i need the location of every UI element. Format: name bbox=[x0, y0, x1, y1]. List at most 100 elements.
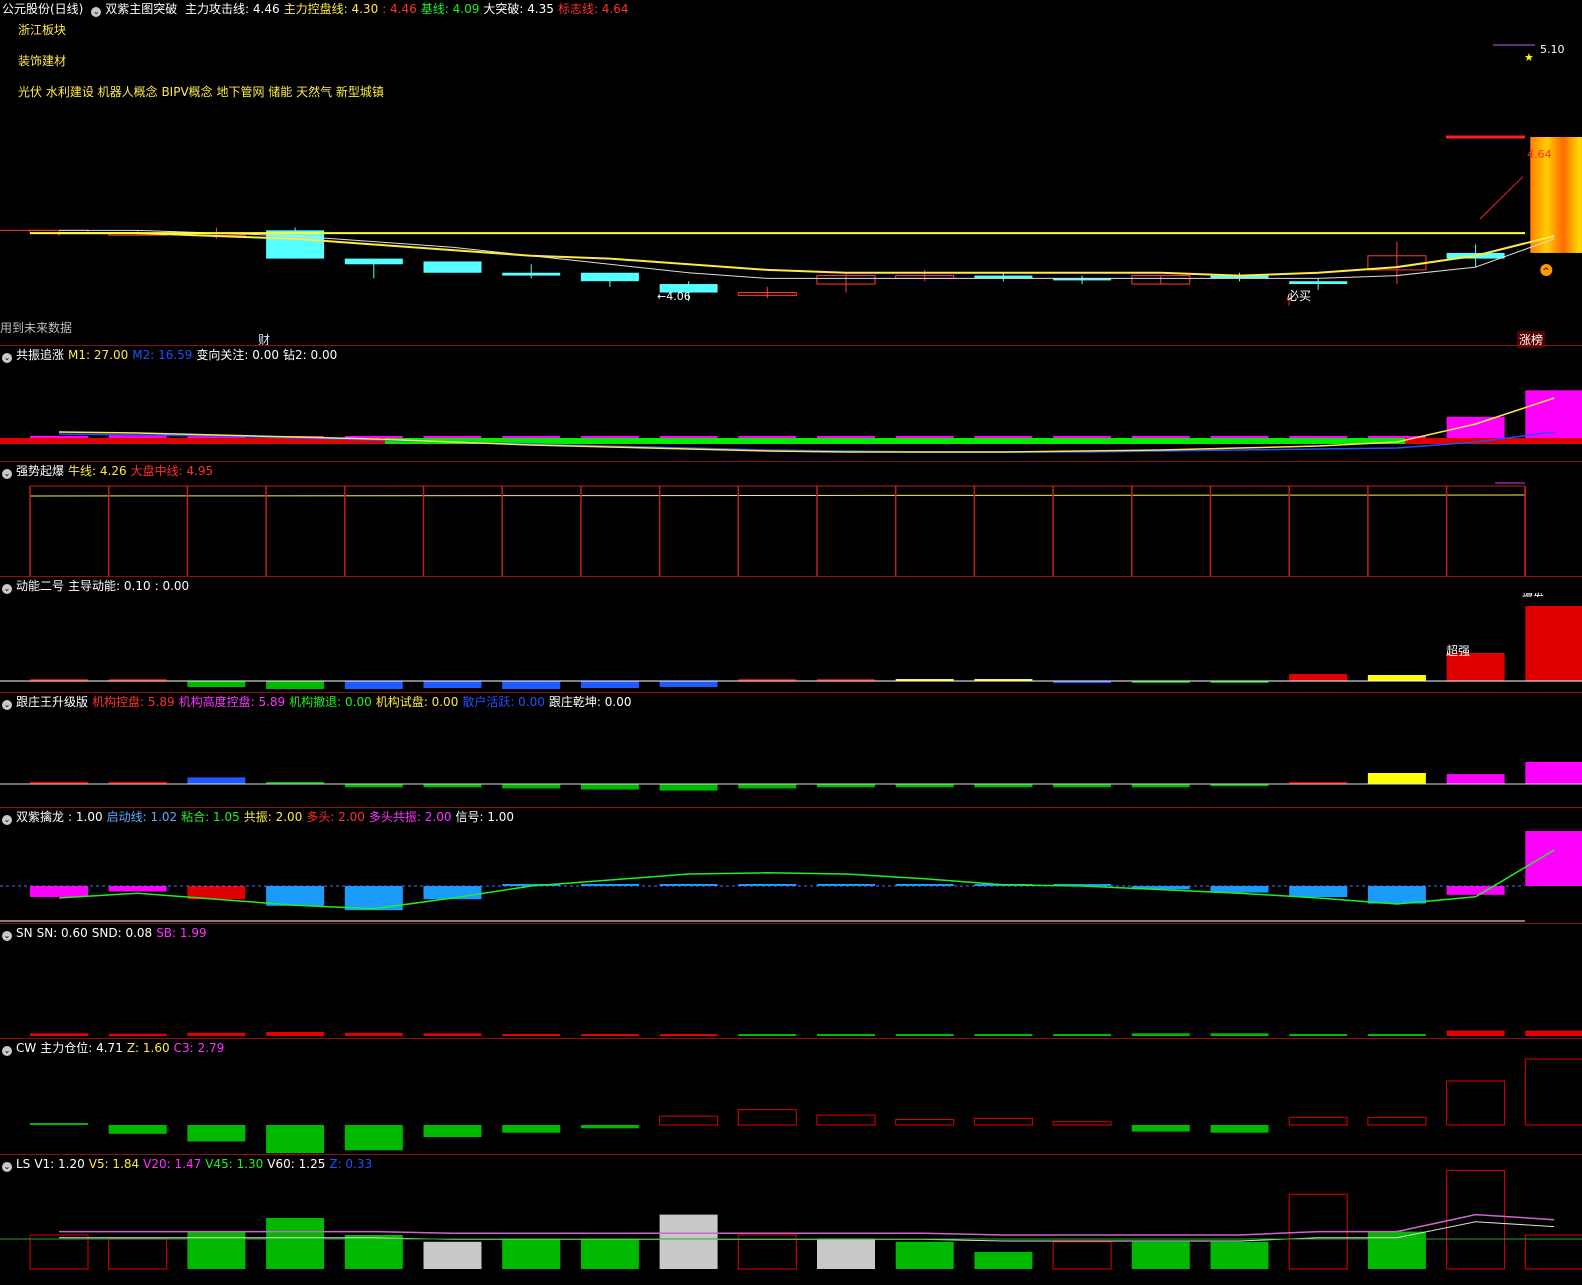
indicator-bar bbox=[266, 1218, 325, 1269]
base-band-green bbox=[385, 438, 1405, 444]
shuangzi-panel-chart[interactable] bbox=[0, 808, 1582, 922]
indicator-bar bbox=[1446, 886, 1505, 895]
indicator-bar bbox=[738, 436, 797, 438]
indicator-bar bbox=[1525, 762, 1582, 784]
up-arrow-glyph: ^ bbox=[1542, 267, 1550, 277]
indicator-bar bbox=[580, 436, 639, 438]
indicator-bar bbox=[580, 1238, 639, 1269]
indicator-bar bbox=[344, 681, 403, 689]
super-strong-label: 超强 bbox=[1446, 644, 1471, 658]
indicator-bar bbox=[108, 1033, 167, 1036]
indicator-bar bbox=[187, 1125, 246, 1142]
indicator-bar bbox=[1210, 1241, 1269, 1269]
indicator-bar bbox=[580, 784, 639, 790]
indicator-bar bbox=[187, 1032, 246, 1036]
indicator-bar bbox=[817, 1238, 875, 1269]
indicator-bar bbox=[1446, 1030, 1505, 1036]
indicator-bar bbox=[1210, 436, 1269, 438]
indicator-bar bbox=[1446, 1080, 1506, 1126]
candle-body bbox=[580, 272, 639, 282]
indicator-bar bbox=[29, 1234, 89, 1270]
sn-panel-chart[interactable] bbox=[0, 924, 1582, 1038]
attack-line bbox=[1479, 176, 1524, 220]
high-price-label: 4.64 bbox=[1527, 148, 1552, 161]
indicator-bar bbox=[659, 436, 718, 438]
ls-panel-chart[interactable] bbox=[0, 1155, 1582, 1285]
indicator-bar bbox=[659, 1115, 719, 1126]
indicator-bar bbox=[738, 784, 797, 789]
indicator-bar bbox=[1367, 1231, 1426, 1269]
indicator-bar bbox=[1131, 436, 1190, 438]
indicator-bar bbox=[1289, 1034, 1348, 1036]
indicator-bar bbox=[1052, 1241, 1112, 1270]
indicator-bar bbox=[1131, 1125, 1190, 1132]
candle-body bbox=[266, 230, 325, 259]
indicator-bar bbox=[108, 1125, 167, 1134]
indicator-bar bbox=[659, 1214, 718, 1269]
indicator-bar bbox=[659, 784, 718, 791]
indicator-bar bbox=[1446, 416, 1505, 438]
indicator-bar bbox=[423, 436, 482, 438]
base-band-red bbox=[1405, 438, 1582, 444]
candle-body bbox=[502, 272, 561, 276]
indicator-bar bbox=[344, 1032, 403, 1036]
cw-panel-chart[interactable] bbox=[0, 1039, 1582, 1153]
gongzhen-panel-chart[interactable] bbox=[0, 346, 1582, 460]
indicator-bar bbox=[1525, 606, 1582, 681]
indicator-bar bbox=[1525, 831, 1582, 886]
indicator-bar bbox=[30, 886, 88, 897]
indicator-bar bbox=[737, 1109, 797, 1126]
low-price-label: ←4.06 bbox=[657, 290, 691, 303]
indicator-bar bbox=[502, 784, 561, 789]
indicator-bar bbox=[659, 1034, 718, 1036]
indicator-bar bbox=[344, 1235, 403, 1269]
indicator-bar bbox=[187, 681, 246, 687]
dongneng-panel-chart[interactable] bbox=[0, 577, 1582, 691]
indicator-bar bbox=[659, 681, 718, 687]
indicator-bar bbox=[423, 1241, 482, 1269]
indicator-bar bbox=[344, 436, 403, 438]
candle-body bbox=[423, 261, 482, 273]
indicator-bar bbox=[974, 1034, 1033, 1036]
candlestick-chart[interactable]: ★^↑ bbox=[0, 0, 1582, 345]
indicator-bar bbox=[187, 777, 246, 784]
indicator-bar bbox=[30, 435, 88, 438]
indicator-bar bbox=[1210, 1033, 1269, 1036]
indicator-bar bbox=[1052, 1121, 1112, 1126]
indicator-bar bbox=[580, 1034, 639, 1036]
qiangshi-panel-chart[interactable] bbox=[0, 462, 1582, 576]
indicator-bar bbox=[502, 681, 561, 689]
candle-body bbox=[1289, 281, 1348, 285]
indicator-bar bbox=[1289, 436, 1348, 438]
indicator-bar bbox=[974, 436, 1033, 438]
buy-signal-label: 必买 bbox=[1287, 289, 1312, 303]
indicator-bar bbox=[1210, 1125, 1269, 1133]
indicator-bar bbox=[266, 886, 325, 906]
indicator-bar bbox=[1131, 1033, 1190, 1036]
indicator-bar bbox=[1053, 436, 1112, 438]
niu-line bbox=[29, 494, 1526, 497]
indicator-bar bbox=[1367, 773, 1426, 784]
indicator-bar bbox=[895, 1119, 955, 1126]
indicator-bar bbox=[1053, 1034, 1112, 1036]
indicator-bar bbox=[1367, 1034, 1426, 1036]
genzhuang-panel-chart[interactable] bbox=[0, 693, 1582, 807]
indicator-bar bbox=[266, 681, 325, 689]
top-price-label: 5.10 bbox=[1540, 43, 1565, 56]
star-icon: ★ bbox=[1524, 51, 1534, 64]
indicator-bar bbox=[108, 1237, 168, 1270]
indicator-bar bbox=[1446, 774, 1505, 784]
candle-body bbox=[344, 258, 403, 265]
indicator-bar bbox=[1524, 1234, 1582, 1270]
indicator-bar bbox=[1288, 1116, 1348, 1126]
indicator-bar bbox=[974, 1252, 1033, 1269]
indicator-bar bbox=[266, 1125, 325, 1153]
indicator-bar bbox=[187, 1231, 246, 1269]
burst-label: 爆发 bbox=[1522, 590, 1544, 597]
indicator-bar bbox=[1367, 886, 1426, 904]
indicator-bar bbox=[895, 436, 954, 438]
indicator-bar bbox=[1289, 886, 1348, 897]
indicator-bar bbox=[108, 886, 167, 892]
indicator-bar bbox=[30, 1033, 88, 1036]
indicator-bar bbox=[344, 1125, 403, 1151]
